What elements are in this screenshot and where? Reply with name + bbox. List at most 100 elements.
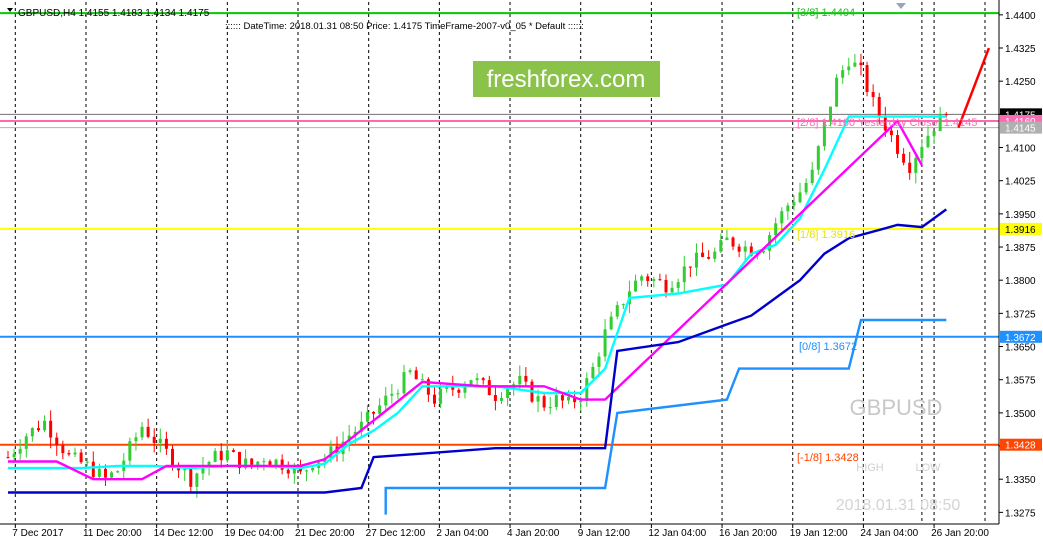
- datetime-watermark: 2018.01.31 08:50: [836, 497, 961, 514]
- candle-body: [231, 450, 235, 452]
- candle-body: [664, 279, 668, 293]
- candle-body: [640, 276, 644, 281]
- price-tick-label: 1.3275: [1005, 508, 1036, 519]
- candle-body: [30, 428, 34, 437]
- time-tick-label: 16 Jan 20:00: [719, 528, 777, 539]
- candle-body: [694, 252, 698, 268]
- price-tick-label: 1.3350: [1005, 475, 1036, 486]
- candle-body: [110, 472, 114, 478]
- candle-body: [396, 393, 400, 395]
- high-label: HIGH: [856, 462, 884, 474]
- candle-body: [548, 407, 552, 409]
- candle: [865, 61, 869, 97]
- time-tick-label: 4 Jan 20:00: [507, 528, 560, 539]
- price-chart[interactable]: freshforex.com GBPUSD 2018.01.31 08:50 H…: [0, 0, 1043, 545]
- candle-body: [780, 211, 784, 224]
- candle-body: [97, 468, 101, 477]
- candle-body: [786, 205, 790, 212]
- murrey-label-minus-1-8: [-1/8] 1.3428: [797, 452, 859, 464]
- candle-body: [61, 445, 65, 454]
- candle-body: [390, 393, 394, 396]
- candle-body: [944, 114, 948, 116]
- candle-body: [365, 411, 369, 422]
- candle-body: [36, 428, 40, 431]
- time-tick-label: 21 Dec 20:00: [295, 528, 355, 539]
- candle-body: [116, 471, 120, 473]
- candle-body: [804, 182, 808, 193]
- candle-body: [731, 237, 735, 247]
- time-tick-label: 14 Dec 12:00: [154, 528, 214, 539]
- candle-body: [682, 266, 686, 283]
- price-tag-label: 1.3428: [1005, 441, 1036, 452]
- candle-body: [816, 146, 820, 170]
- candle-body: [853, 62, 857, 67]
- price-tag: 1.3916: [1000, 222, 1042, 236]
- price-tag-label: 1.3672: [1005, 333, 1036, 344]
- brand-watermark: freshforex.com: [487, 66, 646, 93]
- candle-body: [859, 62, 863, 66]
- candle-body: [798, 192, 802, 203]
- candle-body: [774, 223, 778, 236]
- candle-body: [183, 468, 187, 471]
- candle-body: [688, 266, 692, 268]
- candle-body: [810, 169, 814, 183]
- candle-body: [926, 135, 930, 148]
- candle-body: [262, 461, 266, 463]
- candle-body: [146, 426, 150, 437]
- candle-body: [274, 459, 278, 465]
- candle-body: [6, 457, 10, 459]
- candle-body: [707, 256, 711, 259]
- candle-body: [378, 405, 382, 414]
- chart-window[interactable]: freshforex.com GBPUSD 2018.01.31 08:50 H…: [0, 0, 1043, 545]
- price-tag: 1.3428: [1000, 438, 1042, 452]
- candle-body: [103, 468, 107, 478]
- candle-body: [432, 394, 436, 404]
- candle-body: [554, 395, 558, 408]
- candle-body: [67, 453, 71, 455]
- price-tag: 1.4145: [1000, 121, 1042, 135]
- candle-body: [189, 468, 193, 487]
- candle-body: [408, 370, 412, 373]
- candle-body: [134, 437, 138, 442]
- time-tick-label: 7 Dec 2017: [12, 528, 64, 539]
- candle-body: [841, 70, 845, 78]
- candle-body: [305, 470, 309, 472]
- candle-body: [91, 461, 95, 477]
- candle-body: [542, 396, 546, 408]
- candle-body: [579, 400, 583, 403]
- candle-body: [457, 389, 461, 393]
- candle-body: [597, 356, 601, 367]
- time-tick-label: 24 Jan 04:00: [860, 528, 918, 539]
- candle-body: [55, 437, 59, 446]
- candle-body: [213, 450, 217, 462]
- candle-body: [725, 237, 729, 241]
- candle-body: [500, 398, 503, 401]
- candle-body: [615, 305, 619, 317]
- candle-body: [225, 450, 229, 461]
- price-tick-label: 1.4325: [1005, 44, 1036, 55]
- murrey-label-0-8: [0/8] 1.3672: [799, 341, 857, 353]
- price-tick-label: 1.3800: [1005, 276, 1036, 287]
- candle-body: [932, 131, 936, 136]
- candle-body: [889, 130, 893, 136]
- candle-body: [701, 252, 705, 257]
- candle-body: [652, 279, 656, 281]
- time-tick-label: 27 Dec 12:00: [366, 528, 426, 539]
- candle-body: [128, 441, 132, 461]
- candle-body: [603, 329, 607, 357]
- candle-body: [487, 380, 491, 396]
- price-tick-label: 1.4025: [1005, 177, 1036, 188]
- candle-body: [676, 282, 680, 288]
- candle-body: [902, 153, 906, 163]
- candle-body: [896, 135, 900, 154]
- candle-body: [475, 378, 479, 381]
- candle-body: [171, 448, 174, 467]
- price-tick-label: 1.3575: [1005, 376, 1036, 387]
- candle-body: [658, 279, 662, 281]
- candle-body: [85, 461, 89, 463]
- price-tick-label: 1.4100: [1005, 144, 1036, 155]
- price-tick-label: 1.3950: [1005, 210, 1036, 221]
- candle-body: [73, 452, 77, 455]
- candle-body: [920, 147, 924, 159]
- price-tag-label: 1.3916: [1005, 225, 1036, 236]
